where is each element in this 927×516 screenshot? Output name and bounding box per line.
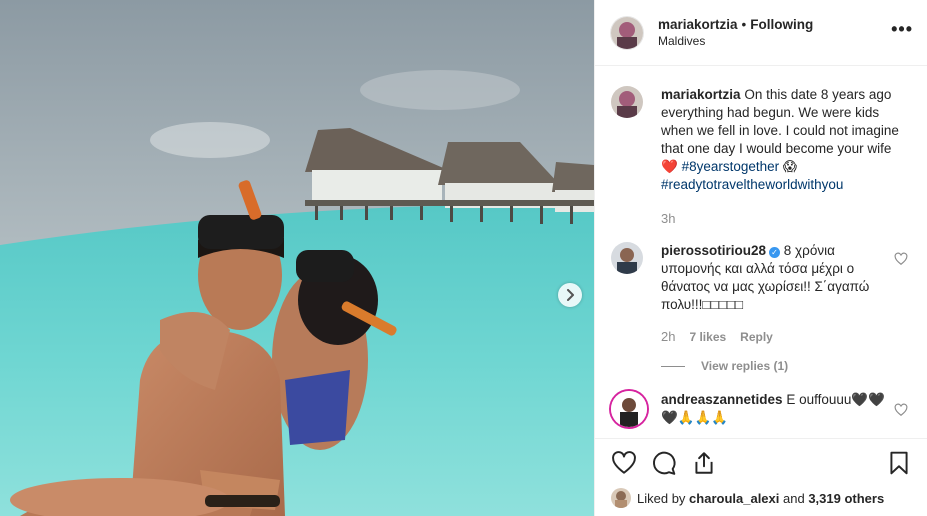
replies-line [661, 365, 685, 367]
comment-item: andreaszannetides Ε ouffouuu🖤🖤🖤🙏🙏🙏 [611, 391, 912, 427]
liked-by-and: and [783, 490, 805, 506]
comment-time[interactable]: 2h [661, 328, 675, 346]
caption-avatar[interactable] [611, 86, 643, 118]
comments-list[interactable]: mariakortzia On this date 8 years ago ev… [595, 66, 927, 438]
comment-like-heart-icon[interactable] [894, 252, 908, 266]
avatar-image [611, 391, 647, 427]
comment-icon[interactable] [651, 450, 677, 476]
share-icon[interactable] [691, 450, 717, 476]
comment-item: pierossotiriou28 ✓ 8 χρόνια υπομονής και … [611, 242, 912, 346]
heart-icon[interactable] [611, 450, 637, 476]
hashtag-8yearstogether[interactable]: #8yearstogether [682, 159, 780, 174]
comment-username[interactable]: andreaszannetides [661, 392, 783, 407]
more-options-icon[interactable]: ••• [891, 20, 913, 38]
avatar-image [611, 16, 643, 49]
bookmark-icon[interactable] [886, 450, 912, 476]
commenter-avatar[interactable] [611, 391, 647, 427]
view-replies-label: View replies (1) [701, 359, 789, 373]
reply-button[interactable]: Reply [740, 328, 773, 346]
heart-emoji: ❤️ [661, 159, 678, 174]
liked-by: Liked by charoula_alexi and 3,319 others [595, 487, 927, 509]
likes-count[interactable]: 3,319 others [808, 491, 884, 506]
liker-avatar[interactable] [611, 488, 631, 508]
post-photo[interactable] [0, 0, 594, 516]
post-actions: Liked by charoula_alexi and 3,319 others [595, 438, 927, 516]
comment-like-heart-icon[interactable] [894, 403, 908, 417]
comment-likes[interactable]: 7 likes [689, 328, 726, 346]
avatar-image [611, 86, 643, 118]
post-header: mariakortzia • Following Maldives ••• [595, 0, 927, 66]
caption: mariakortzia On this date 8 years ago ev… [611, 86, 912, 228]
caption-time[interactable]: 3h [661, 210, 911, 228]
caption-username[interactable]: mariakortzia [661, 87, 741, 102]
post-location[interactable]: Maldives [658, 33, 813, 50]
follow-status[interactable]: Following [750, 17, 813, 32]
comment-username[interactable]: pierossotiriou28 [661, 243, 766, 258]
hashtag-readytotravel[interactable]: #readytotraveltheworldwithyou [661, 177, 843, 192]
chevron-right-icon [567, 289, 574, 301]
commenter-avatar[interactable] [611, 242, 643, 274]
verified-badge-icon: ✓ [769, 247, 781, 258]
liked-by-prefix: Liked by [637, 490, 686, 506]
liked-by-user[interactable]: charoula_alexi [689, 491, 779, 506]
avatar-image [611, 488, 631, 508]
post-side-panel: mariakortzia • Following Maldives ••• mari… [594, 0, 927, 516]
avatar-image [611, 242, 643, 274]
post-author-username[interactable]: mariakortzia [658, 17, 738, 32]
view-replies-button[interactable]: View replies (1) [661, 359, 912, 373]
photo-image [0, 0, 594, 516]
next-photo-button[interactable] [558, 283, 582, 307]
scream-emoji: 😱 [782, 159, 797, 174]
avatar[interactable] [611, 16, 643, 49]
separator-dot: • [741, 16, 747, 32]
